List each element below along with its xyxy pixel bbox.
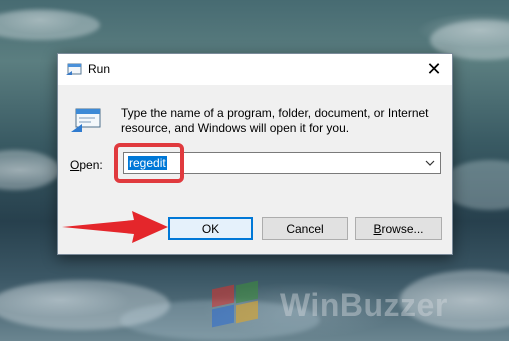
open-label-accelerator: O: [70, 158, 80, 172]
run-icon: [71, 108, 101, 132]
wave-foam: [0, 150, 60, 190]
dialog-description: Type the name of a program, folder, docu…: [121, 106, 429, 135]
open-label-text: pen:: [79, 158, 103, 172]
run-icon: [66, 63, 82, 75]
chevron-down-icon: [425, 160, 435, 166]
input-highlight-annotation: [114, 143, 184, 183]
window-title: Run: [88, 62, 111, 76]
browse-label: rowse...: [381, 221, 424, 236]
browse-button[interactable]: Browse...: [355, 217, 442, 240]
dropdown-button[interactable]: [422, 155, 438, 171]
watermark-logo-icon: [212, 280, 272, 329]
browse-accelerator: B: [373, 221, 382, 236]
pointer-arrow-annotation: [62, 211, 168, 243]
close-button[interactable]: ✕: [416, 54, 452, 85]
close-icon: ✕: [426, 59, 442, 79]
title-bar[interactable]: Run ✕: [58, 54, 452, 85]
cancel-button[interactable]: Cancel: [262, 217, 348, 240]
watermark-text: WinBuzzer: [280, 286, 448, 323]
watermark: WinBuzzer: [212, 280, 448, 330]
ok-button[interactable]: OK: [168, 217, 253, 240]
wave-foam: [0, 10, 100, 40]
open-label: Open:: [70, 158, 103, 172]
